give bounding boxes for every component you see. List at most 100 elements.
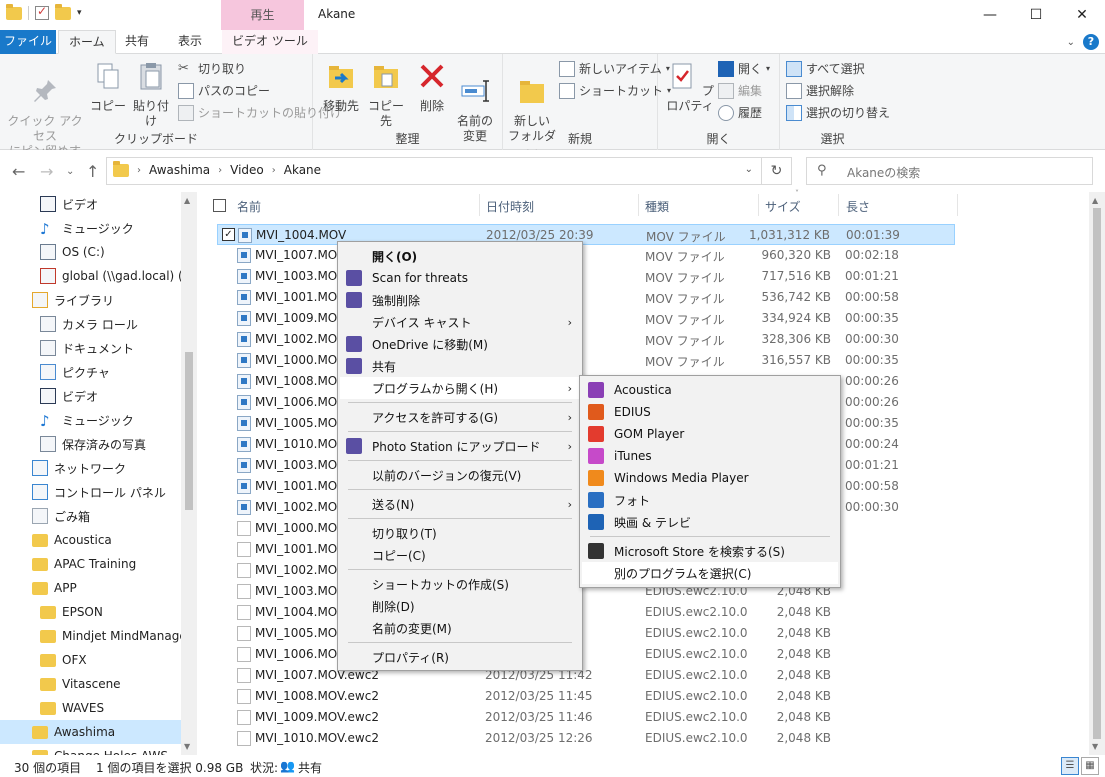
nav-item[interactable]: Acoustica [0, 528, 181, 552]
select-all-button[interactable]: すべて選択 [786, 60, 865, 77]
column-size[interactable]: サイズ [765, 198, 801, 215]
menu-item[interactable]: Microsoft Store を検索する(S) [582, 540, 838, 562]
menu-item[interactable]: 名前の変更(M) [340, 617, 580, 639]
column-length[interactable]: 長さ [846, 198, 870, 215]
column-divider[interactable] [479, 194, 480, 216]
menu-item[interactable]: 開く(O) [340, 245, 580, 267]
file-row[interactable]: MVI_1010.MOV.ewc2 2012/03/25 12:26 EDIUS.e… [217, 728, 955, 749]
minimize-button[interactable]: — [967, 0, 1013, 30]
move-to-button[interactable]: 移動先 [319, 60, 363, 114]
cut-button[interactable]: ✂ 切り取り [178, 60, 246, 77]
file-row[interactable]: ✓ MVI_1004.MOV 2012/03/25 20:39 MOV ファイル 1,0… [217, 224, 955, 245]
menu-item[interactable]: 強制削除 [340, 289, 580, 311]
file-list-scrollbar[interactable]: ▲ ▼ [1089, 192, 1105, 755]
nav-item[interactable]: 保存済みの写真 [0, 432, 181, 456]
nav-item[interactable]: ビデオ [0, 384, 181, 408]
file-row[interactable]: MVI_1007.MOV.ewc2 2012/03/25 11:42 EDIUS.e… [217, 665, 955, 686]
new-item-button[interactable]: 新しいアイテム ▾ [559, 60, 670, 77]
nav-item[interactable]: ピクチャ [0, 360, 181, 384]
properties-button[interactable]: プロパティ [662, 60, 718, 114]
file-row[interactable]: MVI_1002.MOV MOV ファイル 328,306 KB 00:00:30 [217, 329, 955, 350]
copy-path-button[interactable]: パスのコピー [178, 82, 270, 99]
tab-video-tools[interactable]: ビデオ ツール [222, 30, 318, 54]
search-box[interactable]: ⚲ Akaneの検索 [806, 157, 1093, 185]
nav-item[interactable]: OS (C:) [0, 240, 181, 264]
easy-access-button[interactable]: ショートカット ▾ [559, 82, 671, 99]
chevron-right-icon[interactable]: › [272, 165, 276, 176]
tab-share[interactable]: 共有 [115, 30, 159, 54]
address-bar[interactable]: › Awashima › Video › Akane ⌄ [106, 157, 762, 185]
nav-item[interactable]: WAVES [0, 696, 181, 720]
column-date[interactable]: 日付時刻 [486, 198, 534, 215]
nav-item[interactable]: global (\\gad.local) (V: [0, 264, 194, 288]
address-history-chevron-icon[interactable]: ⌄ [745, 164, 753, 175]
new-folder-icon[interactable] [55, 3, 71, 20]
file-row[interactable]: MVI_1000.MOV MOV ファイル 316,557 KB 00:00:35 [217, 350, 955, 371]
menu-item[interactable]: 別のプログラムを選択(C) [582, 562, 838, 584]
file-row[interactable]: MVI_1005.MOV EDIUS.ewc2.10.0 2,048 KB [217, 623, 955, 644]
recent-locations-icon[interactable]: ⌄ [66, 166, 74, 177]
maximize-button[interactable]: ☐ [1013, 0, 1059, 30]
up-arrow-icon[interactable]: ↑ [86, 162, 99, 181]
menu-item[interactable]: プログラムから開く(H) › [340, 377, 580, 399]
menu-item[interactable]: Photo Station にアップロード › [340, 435, 580, 457]
menu-item[interactable]: Acoustica [582, 379, 838, 401]
chevron-down-icon[interactable]: ⌄ [1067, 37, 1075, 48]
tab-view[interactable]: 表示 [168, 30, 212, 54]
file-row[interactable]: MVI_1004.MOV EDIUS.ewc2.10.0 2,048 KB [217, 602, 955, 623]
back-arrow-icon[interactable]: ← [12, 162, 25, 181]
delete-button[interactable]: 削除 [413, 60, 451, 114]
menu-item[interactable]: iTunes [582, 445, 838, 467]
nav-item[interactable]: ライブラリ [0, 288, 181, 312]
menu-item[interactable]: GOM Player [582, 423, 838, 445]
file-row[interactable]: MVI_1008.MOV.ewc2 2012/03/25 11:45 EDIUS.e… [217, 686, 955, 707]
breadcrumb-video[interactable]: Video [230, 163, 264, 177]
history-button[interactable]: 履歴 [718, 104, 762, 121]
paste-button[interactable]: 貼り付け [128, 60, 174, 129]
nav-item[interactable]: ビデオ [0, 192, 181, 216]
menu-item[interactable]: OneDrive に移動(M) [340, 333, 580, 355]
tab-home[interactable]: ホーム [58, 30, 116, 54]
nav-item[interactable]: EPSON [0, 600, 181, 624]
file-list-scroll-thumb[interactable] [1093, 208, 1101, 739]
open-button[interactable]: 開く ▾ [718, 60, 770, 77]
edit-button[interactable]: 編集 [718, 82, 762, 99]
scroll-up-icon[interactable]: ▲ [1092, 196, 1098, 205]
menu-item[interactable]: デバイス キャスト › [340, 311, 580, 333]
nav-item[interactable]: Mindjet MindManager [0, 624, 192, 648]
column-type[interactable]: 種類 [645, 198, 669, 215]
file-row[interactable]: MVI_1009.MOV.ewc2 2012/03/25 11:46 EDIUS.e… [217, 707, 955, 728]
folder-icon[interactable] [6, 3, 22, 20]
menu-item[interactable]: Scan for threats [340, 267, 580, 289]
nav-item[interactable]: ドキュメント [0, 336, 181, 360]
invert-selection-button[interactable]: 選択の切り替え [786, 104, 890, 121]
nav-item[interactable]: ごみ箱 [0, 504, 181, 528]
menu-item[interactable]: 以前のバージョンの復元(V) [340, 464, 580, 486]
menu-item[interactable]: プロパティ(R) [340, 646, 580, 668]
nav-item[interactable]: コントロール パネル [0, 480, 181, 504]
file-row[interactable]: MVI_1006.MOV EDIUS.ewc2.10.0 2,048 KB [217, 644, 955, 665]
help-icon[interactable]: ? [1083, 34, 1099, 50]
nav-item[interactable]: APAC Training [0, 552, 181, 576]
file-row[interactable]: MVI_1001.MOV MOV ファイル 536,742 KB 00:00:58 [217, 287, 955, 308]
nav-item[interactable]: APP [0, 576, 181, 600]
menu-item[interactable]: ショートカットの作成(S) [340, 573, 580, 595]
column-divider[interactable] [758, 194, 759, 216]
menu-item[interactable]: 切り取り(T) [340, 522, 580, 544]
chevron-right-icon[interactable]: › [137, 165, 141, 176]
copy-button[interactable]: コピー [88, 60, 128, 114]
nav-item[interactable]: OFX [0, 648, 181, 672]
column-divider[interactable] [638, 194, 639, 216]
menu-item[interactable]: 送る(N) › [340, 493, 580, 515]
nav-pane-scrollbar[interactable]: ▲ ▼ [181, 192, 197, 755]
nav-item[interactable]: Vitascene [0, 672, 181, 696]
forward-arrow-icon[interactable]: → [40, 162, 53, 181]
properties-check-icon[interactable] [35, 4, 49, 20]
customize-toolbar-icon[interactable]: ▾ [77, 8, 82, 18]
menu-item[interactable]: 映画 & テレビ [582, 511, 838, 533]
nav-item[interactable]: Awashima [0, 720, 181, 744]
nav-item[interactable]: ♪ ミュージック [0, 408, 181, 432]
menu-item[interactable]: Windows Media Player [582, 467, 838, 489]
menu-item[interactable]: EDIUS [582, 401, 838, 423]
nav-item[interactable]: ♪ ミュージック [0, 216, 181, 240]
